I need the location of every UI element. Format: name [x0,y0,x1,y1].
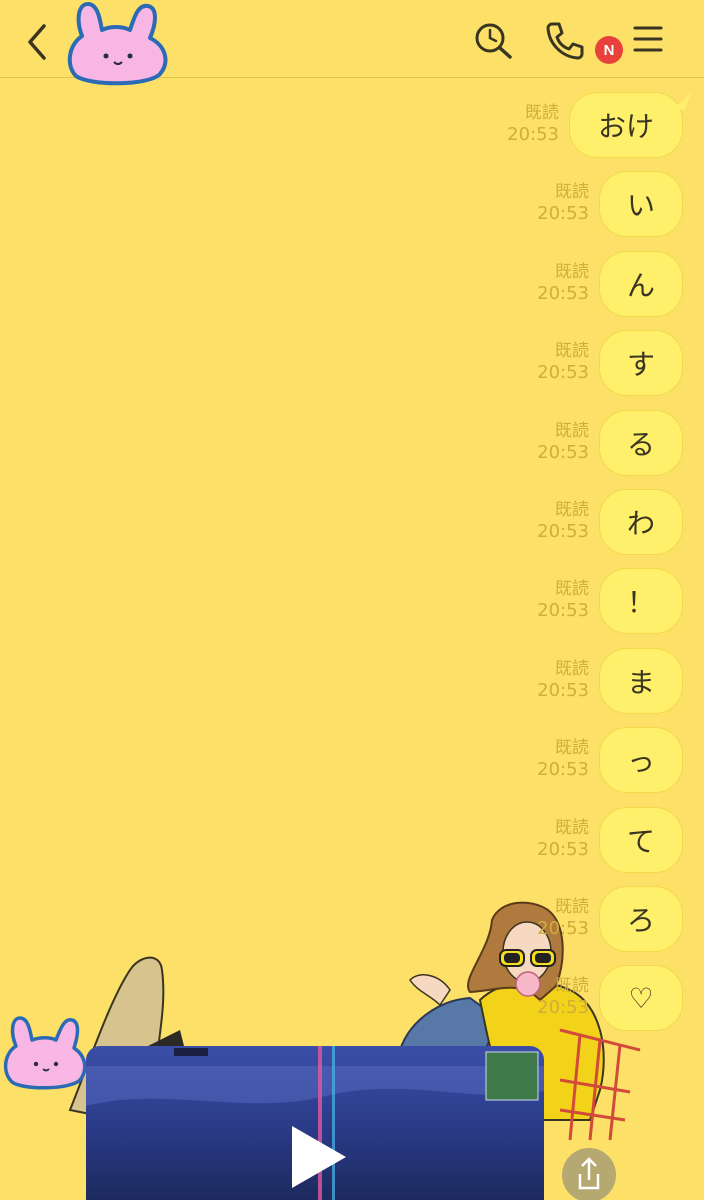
read-receipt: 既読 [555,341,589,361]
message-bubble[interactable]: る [599,410,683,476]
play-icon[interactable] [286,1122,350,1192]
message-meta: 既読 20:53 [537,896,589,940]
search-icon[interactable] [472,20,516,60]
message-row: 既読 20:53 る [0,410,704,476]
message-bubble[interactable]: っ [599,727,683,793]
message-row: 既読 20:53 て [0,807,704,873]
read-receipt: 既読 [555,897,589,917]
message-bubble[interactable]: ま [599,648,683,714]
message-row: 既読 20:53 ろ [0,886,704,952]
menu-icon[interactable] [632,24,664,54]
message-meta: 既読 20:53 [537,817,589,861]
message-meta: 既読 20:53 [537,658,589,702]
read-receipt: 既読 [555,818,589,838]
message-row: 既読 20:53 い [0,171,704,237]
back-icon[interactable] [22,22,52,62]
read-receipt: 既読 [525,103,559,123]
message-meta: 既読 20:53 [537,340,589,384]
bunny-sticker [67,2,168,86]
message-bubble[interactable]: ろ [599,886,683,952]
message-row: 既読 20:53 す [0,330,704,396]
message-meta: 既読 20:53 [537,975,589,1019]
message-row: 既読 20:53 おけ [0,92,704,158]
message-meta: 既読 20:53 [537,181,589,225]
read-receipt: 既読 [555,421,589,441]
message-meta: 既読 20:53 [507,102,559,146]
read-receipt: 既読 [555,500,589,520]
message-bubble[interactable]: ！ [599,568,683,634]
message-row: 既読 20:53 っ [0,727,704,793]
message-row: 既読 20:53！ [0,568,704,634]
message-bubble[interactable]: わ [599,489,683,555]
read-receipt: 既読 [555,659,589,679]
message-bubble[interactable]: す [599,330,683,396]
message-bubble[interactable]: て [599,807,683,873]
message-bubble[interactable]: おけ [569,92,683,158]
read-receipt: 既読 [555,976,589,996]
message-bubble[interactable]: い [599,171,683,237]
read-receipt: 既読 [555,262,589,282]
message-time: 20:53 [537,918,589,939]
message-time: 20:53 [537,680,589,701]
message-time: 20:53 [537,839,589,860]
share-icon[interactable] [560,1146,618,1200]
read-receipt: 既読 [555,579,589,599]
message-meta: 既読 20:53 [537,499,589,543]
message-meta: 既読 20:53 [537,261,589,305]
message-meta: 既読 20:53 [537,737,589,781]
message-time: 20:53 [537,759,589,780]
message-meta: 既読 20:53 [537,578,589,622]
message-row: 既読 20:53 わ [0,489,704,555]
message-time: 20:53 [537,997,589,1018]
read-receipt: 既読 [555,182,589,202]
message-bubble[interactable]: ♡ [599,965,683,1031]
message-time: 20:53 [507,124,559,145]
read-receipt: 既読 [555,738,589,758]
message-time: 20:53 [537,203,589,224]
phone-icon[interactable] [544,20,584,60]
notification-badge: N [595,36,623,64]
message-meta: 既読 20:53 [537,420,589,464]
message-row: 既読 20:53 ま [0,648,704,714]
message-time: 20:53 [537,600,589,621]
bubble-tail [672,92,692,110]
message-time: 20:53 [537,362,589,383]
message-time: 20:53 [537,283,589,304]
message-row: 既読 20:53 ♡ [0,965,704,1031]
chat-header: N [0,0,704,86]
message-bubble[interactable]: ん [599,251,683,317]
message-time: 20:53 [537,521,589,542]
message-row: 既読 20:53 ん [0,251,704,317]
video-preview[interactable] [86,1046,544,1200]
message-time: 20:53 [537,442,589,463]
